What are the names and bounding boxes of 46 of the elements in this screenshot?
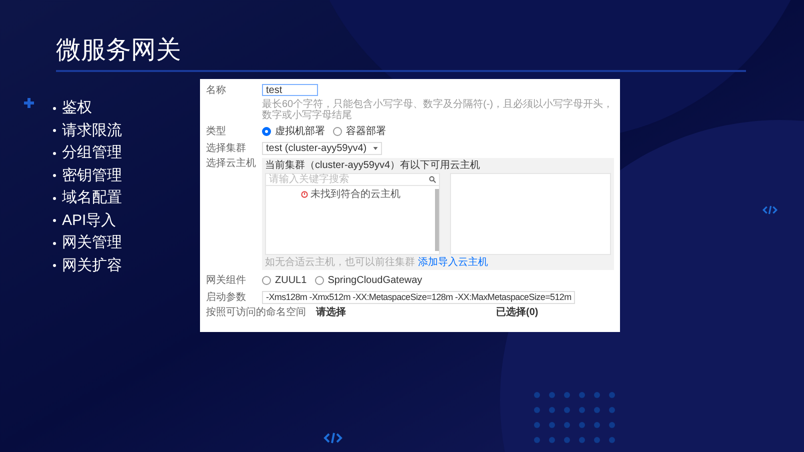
field-label: 按照可访问的命名空间 bbox=[206, 307, 307, 318]
bullet-text: 域名配置 bbox=[62, 189, 122, 208]
bullet-icon bbox=[53, 219, 56, 222]
name-input[interactable]: test bbox=[262, 84, 318, 96]
search-icon bbox=[429, 176, 436, 183]
field-label: 选择集群 bbox=[206, 143, 247, 154]
field-label: 类型 bbox=[206, 126, 227, 137]
bullet-text: 请求限流 bbox=[62, 122, 122, 140]
bullet-icon bbox=[53, 152, 56, 155]
panel-header: 当前集群（cluster-ayy59yv4）有以下可用云主机 bbox=[265, 160, 482, 171]
field-label: 名称 bbox=[206, 84, 227, 96]
column-header: 请选择 bbox=[316, 307, 347, 318]
bullet-icon bbox=[53, 106, 56, 110]
bullet-icon bbox=[53, 129, 56, 132]
bullet-text: 分组管理 bbox=[62, 144, 122, 162]
error-icon bbox=[300, 191, 308, 198]
caret-icon bbox=[372, 147, 378, 150]
bullet-icon bbox=[53, 196, 56, 200]
bullet-text: 密钥管理 bbox=[62, 166, 122, 185]
empty-message: 未找到符合的云主机 bbox=[310, 189, 400, 200]
panel-note: 如无合适云主机，也可以前往集群 添加导入云主机 bbox=[265, 257, 489, 268]
bullet-text: 鉴权 bbox=[62, 99, 92, 118]
bullet-text: API导入 bbox=[62, 212, 116, 230]
radio-option[interactable]: 容器部署 bbox=[333, 124, 386, 139]
scrollbar bbox=[435, 189, 439, 251]
bullet-icon bbox=[53, 264, 56, 268]
slide-title: 微服务网关 bbox=[56, 35, 182, 66]
bullet-text: 网关管理 bbox=[62, 234, 122, 252]
column-header: 已选择(0) bbox=[496, 307, 538, 318]
search-field[interactable]: 请输入关键字搜索 bbox=[266, 174, 439, 186]
cluster-select[interactable]: test (cluster-ayy59yv4) bbox=[262, 142, 382, 155]
radio-option[interactable]: 虚拟机部署 bbox=[262, 124, 325, 139]
radio-option[interactable]: ZUUL1 bbox=[262, 273, 307, 288]
radio-option[interactable]: SpringCloudGateway bbox=[314, 273, 422, 288]
field-label: 选择云主机 bbox=[206, 158, 257, 171]
code-icon bbox=[322, 432, 344, 444]
import-link[interactable]: 添加导入云主机 bbox=[418, 257, 488, 268]
bullet-icon bbox=[53, 174, 56, 178]
hint-text: 最长60个字符，只能包含小写字母、数字及分隔符(-)，且必须以小写字母开头，数字或小写字母结尾 bbox=[262, 99, 614, 121]
field-label: 网关组件 bbox=[206, 275, 247, 286]
plus-icon bbox=[24, 98, 34, 108]
params-input[interactable]: -Xms128m -Xmx512m -XX:MetaspaceSize=128m -XX:MaxMetaspaceSize=512m bbox=[262, 291, 576, 304]
code-icon bbox=[762, 205, 778, 215]
field-label: 启动参数 bbox=[206, 292, 247, 303]
bullet-icon bbox=[53, 242, 56, 245]
bullet-text: 网关扩容 bbox=[62, 256, 122, 275]
